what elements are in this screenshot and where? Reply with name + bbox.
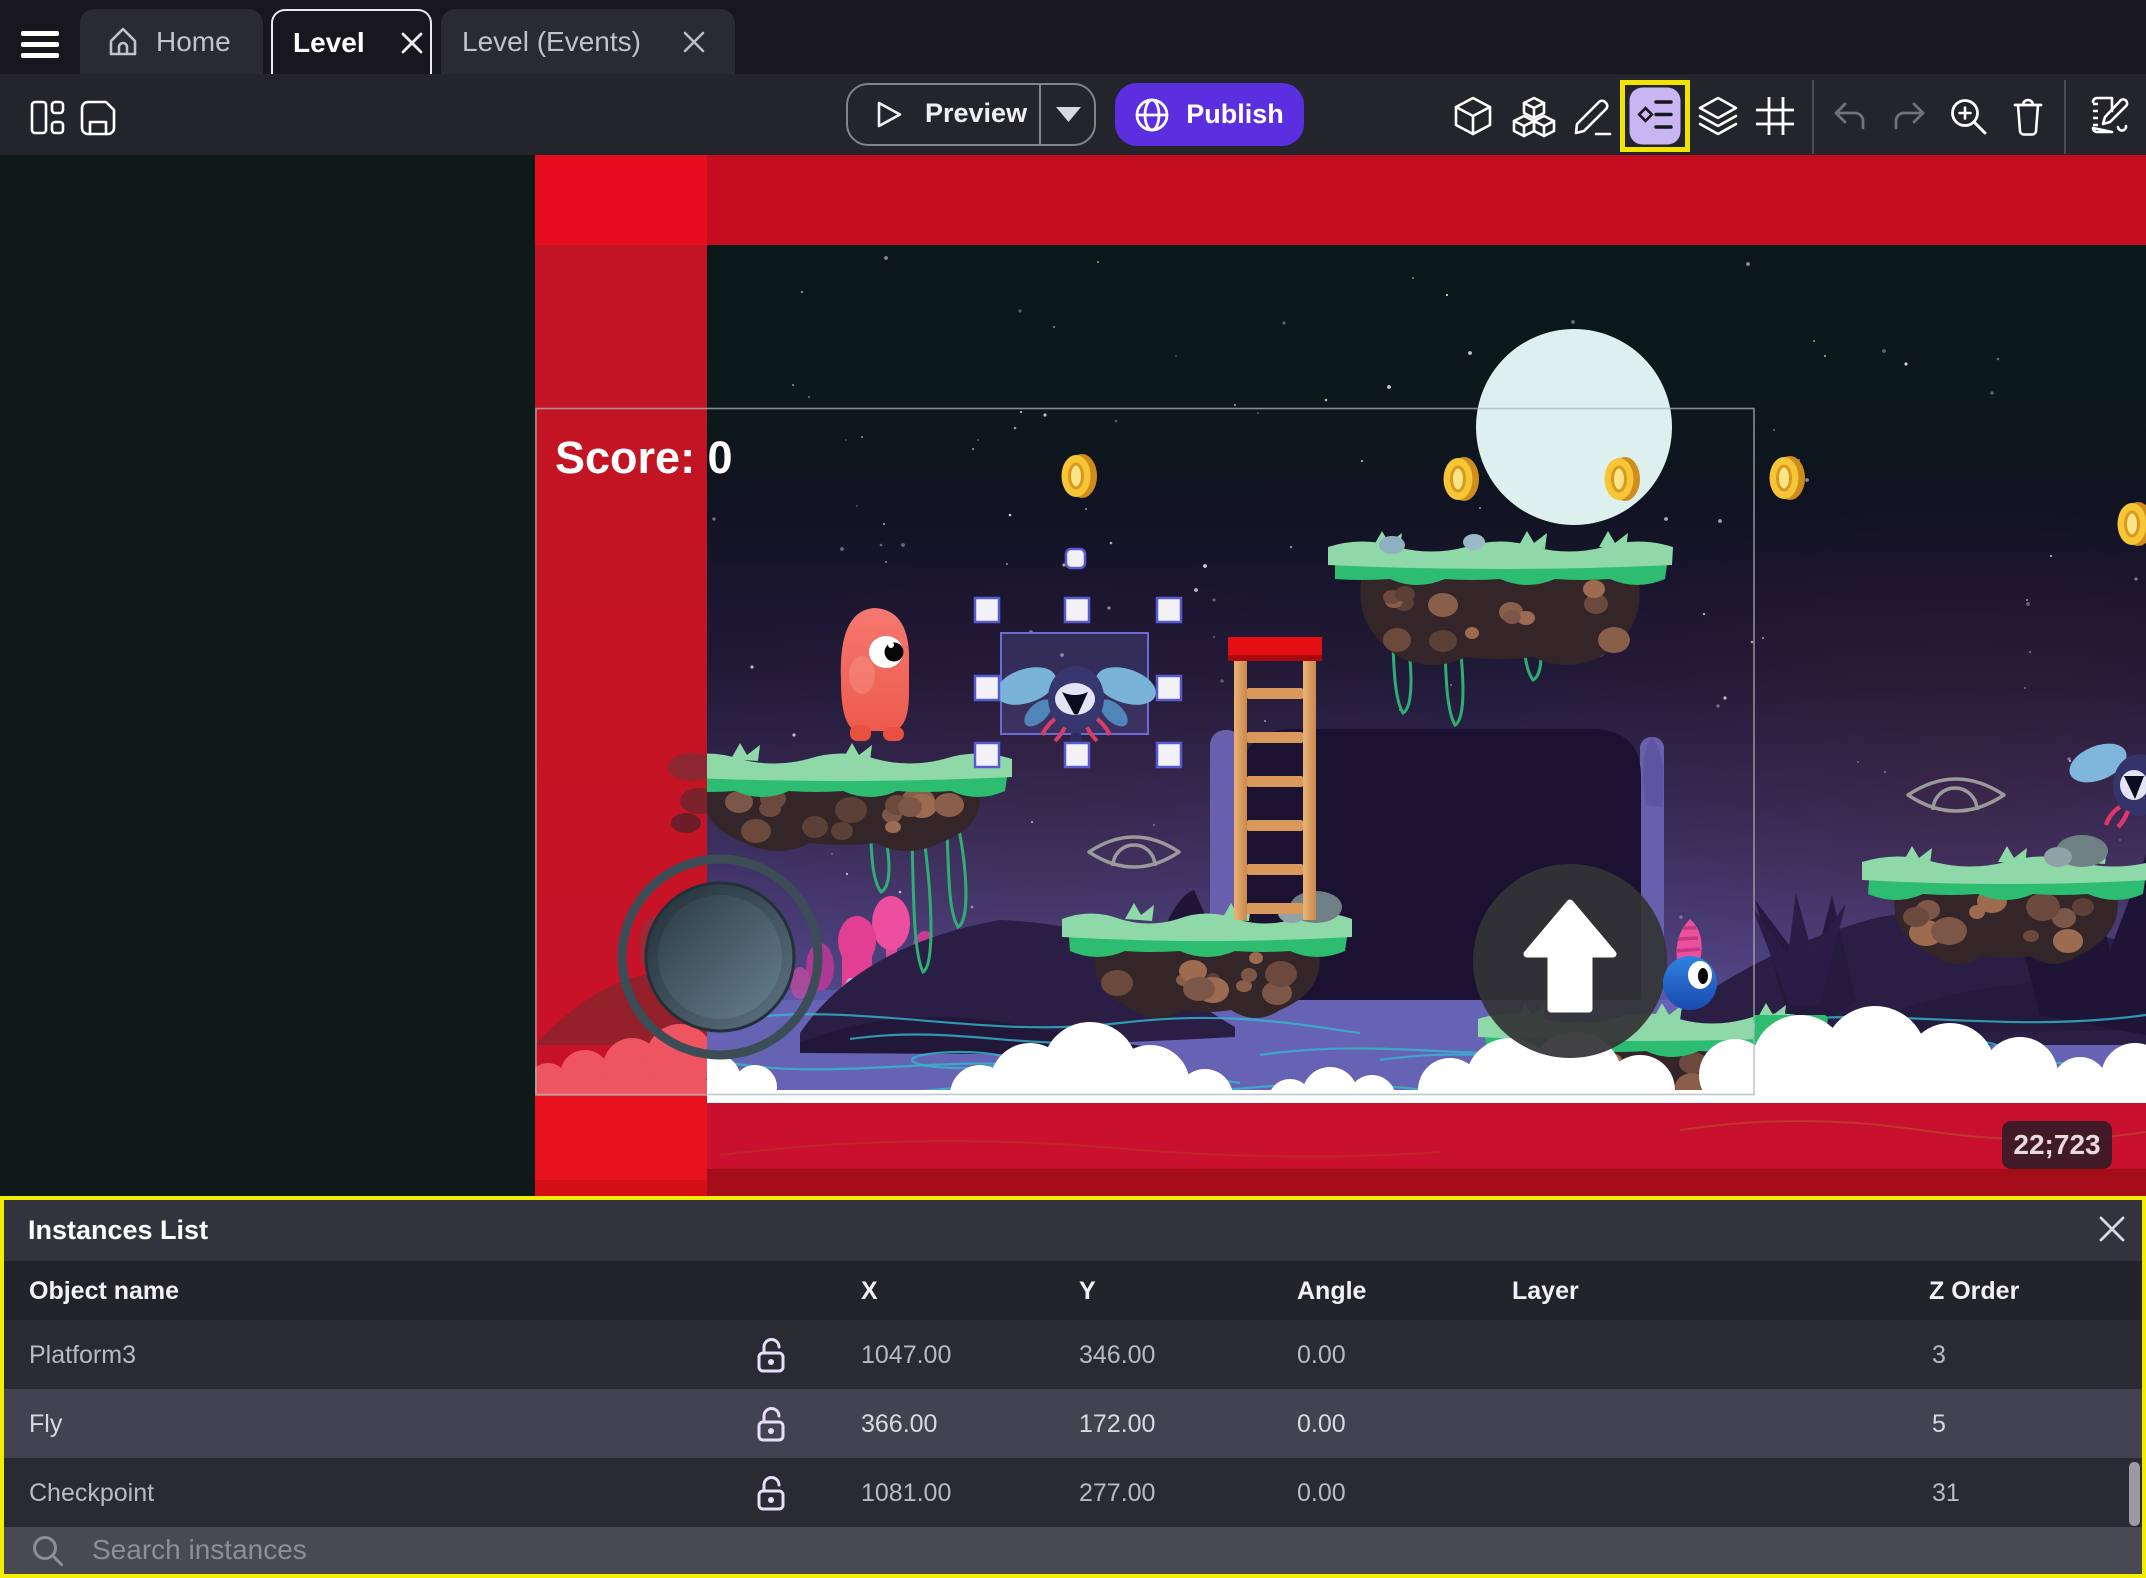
svg-text:Score: 0: Score: 0 <box>555 432 733 483</box>
svg-text:22;723: 22;723 <box>2013 1129 2100 1160</box>
